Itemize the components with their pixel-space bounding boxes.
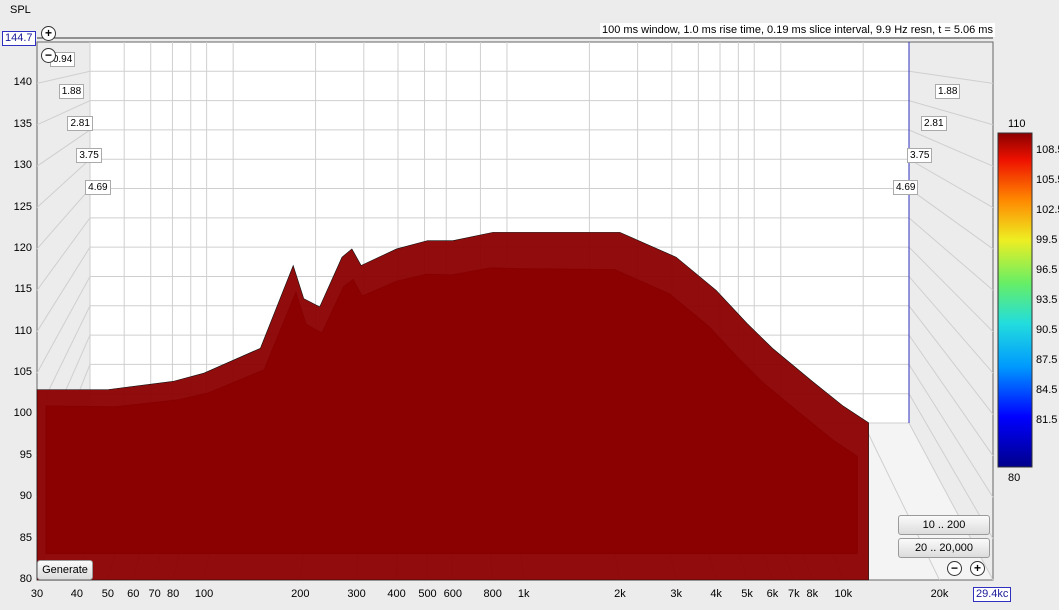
colorbar-tick-label: 96.5 (1036, 264, 1058, 276)
x-tick-label: 50 (101, 588, 115, 600)
x-tick-label: 30 (30, 588, 44, 600)
x-zoom-out-icon[interactable]: − (947, 561, 962, 576)
x-tick-label: 2k (614, 588, 626, 600)
right-freq-readout[interactable]: 29.4kc (973, 587, 1012, 602)
colorbar-tick-label: 108.5 (1036, 144, 1059, 156)
y-tick-label: 100 (13, 407, 32, 420)
generate-button[interactable]: Generate (37, 560, 93, 580)
y-tick-label: 135 (13, 117, 32, 130)
colorbar-tick-label: 81.5 (1036, 414, 1058, 426)
colorbar-tick-label: 84.5 (1036, 384, 1058, 396)
x-tick-label: 800 (483, 588, 502, 600)
y-tick-label: 130 (13, 159, 32, 172)
y-tick-label: 115 (14, 283, 32, 296)
time-label-right: 1.88 (934, 84, 961, 99)
zoom-out-icon[interactable]: − (41, 48, 56, 63)
colorbar-tick-label: 105.5 (1036, 174, 1059, 186)
y-tick-label: 90 (19, 490, 32, 503)
x-tick-label: 5k (741, 588, 753, 600)
x-tick-label: 60 (127, 588, 140, 600)
x-tick-label: 7k (787, 588, 800, 600)
colorbar-tick-label: 110 (1008, 118, 1026, 130)
colorbar (997, 132, 1033, 468)
y-tick-label: 110 (14, 324, 32, 337)
x-tick-label: 4k (710, 588, 722, 600)
x-tick-label: 200 (291, 588, 310, 600)
range-10-200-button[interactable]: 10 .. 200 (898, 515, 990, 535)
x-tick-label: 20k (930, 588, 949, 600)
time-label-right: 4.69 (893, 180, 919, 195)
time-label-left: 4.69 (85, 180, 111, 195)
range-20-20000-button[interactable]: 20 .. 20,000 (898, 538, 990, 558)
x-tick-label: 500 (418, 588, 437, 600)
time-label-left: 1.88 (58, 84, 85, 99)
colorbar-tick-label: 99.5 (1036, 234, 1058, 246)
zoom-in-icon[interactable]: + (41, 26, 56, 41)
x-tick-label: 8k (806, 588, 819, 600)
colorbar-tick-label: 87.5 (1036, 354, 1058, 366)
info-text: 100 ms window, 1.0 ms rise time, 0.19 ms… (600, 23, 995, 37)
y-tick-label: 85 (19, 531, 32, 544)
x-tick-label: 80 (167, 588, 180, 600)
time-label-left: 3.75 (76, 148, 102, 163)
x-tick-label: 3k (670, 588, 682, 600)
x-tick-label: 300 (347, 588, 366, 600)
time-label-right: 2.81 (921, 116, 947, 131)
x-tick-label: 600 (443, 588, 462, 600)
y-tick-label: 140 (13, 76, 32, 89)
time-label-right: 3.75 (907, 148, 933, 163)
x-zoom-in-icon[interactable]: + (970, 561, 985, 576)
time-label-left: 2.81 (67, 116, 93, 131)
colorbar-tick-label: 90.5 (1036, 324, 1058, 336)
colorbar-tick-label: 93.5 (1036, 294, 1058, 306)
y-tick-label: 105 (13, 366, 32, 379)
colorbar-tick-label: 80 (1008, 472, 1021, 484)
y-tick-label: 80 (19, 573, 32, 585)
x-tick-label: 1k (517, 588, 530, 600)
y-tick-label: 95 (19, 448, 32, 461)
x-tick-label: 10k (834, 588, 853, 600)
y-axis-title: SPL (10, 4, 31, 16)
x-tick-label: 40 (70, 588, 84, 600)
x-tick-label: 70 (148, 588, 161, 600)
colorbar-tick-label: 102.5 (1036, 204, 1059, 216)
x-tick-label: 400 (387, 588, 406, 600)
y-tick-label: 120 (13, 241, 32, 254)
y-tick-label: 125 (13, 200, 32, 213)
x-tick-label: 100 (194, 588, 214, 600)
x-tick-label: 6k (766, 588, 779, 600)
colorbar-gradient (997, 132, 1033, 468)
top-spl-readout[interactable]: 144.7 (2, 31, 36, 46)
